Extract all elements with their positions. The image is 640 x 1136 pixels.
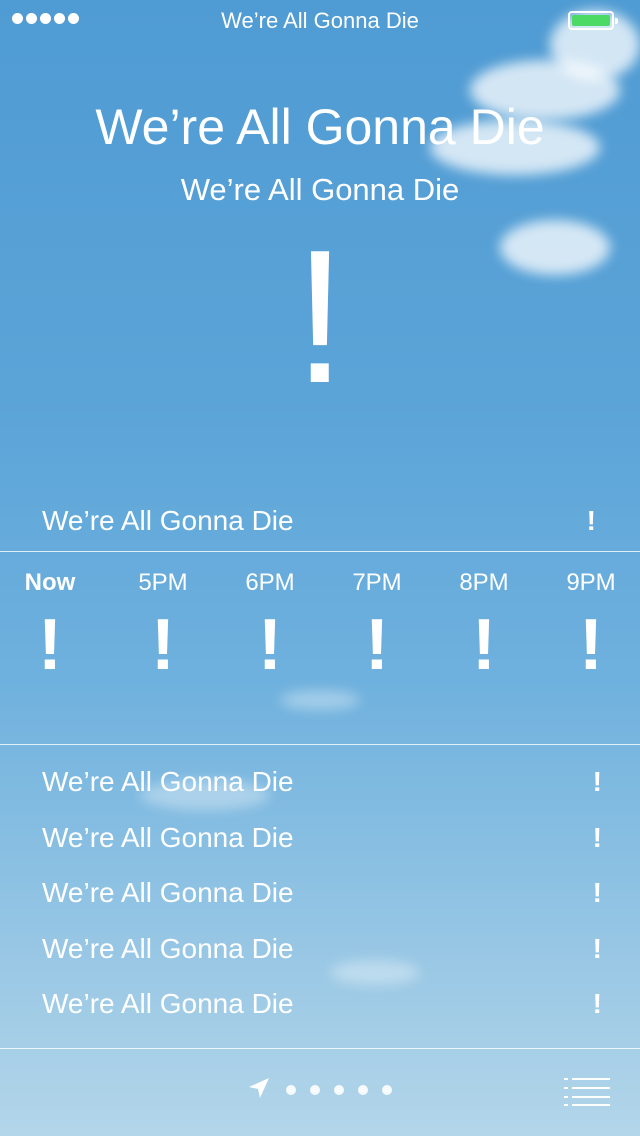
status-bar-title: We’re All Gonna Die (221, 8, 419, 33)
day-value: ! (592, 932, 602, 964)
hourly-item: 7PM ! (327, 560, 427, 681)
divider (0, 744, 640, 745)
hourly-item: 9PM ! (541, 560, 640, 681)
hour-time: 7PM (352, 569, 402, 596)
status-bar: We’re All Gonna Die (0, 0, 640, 40)
list-icon[interactable] (564, 1078, 610, 1106)
daily-row: We’re All Gonna Die ! (0, 873, 640, 929)
daily-row: We’re All Gonna Die ! (0, 762, 640, 818)
daily-row: We’re All Gonna Die ! (0, 984, 640, 1040)
hour-value: ! (38, 605, 62, 685)
day-label: We’re All Gonna Die (42, 821, 294, 853)
hourly-item: Now ! (0, 560, 100, 681)
page-dot[interactable] (358, 1085, 368, 1095)
page-dot[interactable] (286, 1085, 296, 1095)
day-label: We’re All Gonna Die (42, 877, 294, 908)
page-dot[interactable] (382, 1085, 392, 1095)
today-label: We’re All Gonna Die (42, 505, 294, 536)
today-summary-row: We’re All Gonna Die ! (0, 505, 640, 549)
bottom-toolbar (0, 1050, 640, 1136)
today-value: ! (586, 505, 596, 536)
day-label: We’re All Gonna Die (42, 932, 294, 964)
page-dot[interactable] (334, 1085, 344, 1095)
hourly-item: 6PM ! (220, 560, 320, 681)
hour-value: ! (258, 605, 282, 685)
daily-row: We’re All Gonna Die ! (0, 929, 640, 985)
weather-condition: We’re All Gonna Die (180, 172, 460, 207)
hour-time: 8PM (459, 569, 509, 596)
day-label: We’re All Gonna Die (42, 988, 294, 1019)
page-indicator[interactable] (286, 1085, 392, 1095)
hour-time: 5PM (138, 569, 188, 596)
hour-value: ! (365, 605, 389, 685)
hour-time: 6PM (245, 569, 295, 596)
day-value: ! (592, 988, 602, 1019)
hourly-item: 8PM ! (434, 560, 534, 681)
page-dot[interactable] (310, 1085, 320, 1095)
location-arrow-icon[interactable] (247, 1076, 271, 1100)
hour-time: Now (24, 569, 76, 596)
hour-time: 9PM (566, 569, 616, 596)
hour-value: ! (579, 605, 603, 685)
day-value: ! (592, 821, 602, 853)
location-title: We’re All Gonna Die (95, 99, 545, 155)
day-value: ! (592, 877, 602, 908)
daily-forecast: We’re All Gonna Die ! We’re All Gonna Di… (0, 762, 640, 1040)
current-temperature: ! (293, 211, 347, 423)
divider (0, 1048, 640, 1049)
hourly-forecast[interactable]: Now ! 5PM ! 6PM ! 7PM ! 8PM ! 9PM ! (0, 560, 640, 740)
day-label: We’re All Gonna Die (42, 766, 294, 797)
divider (0, 551, 640, 552)
hour-value: ! (472, 605, 496, 685)
daily-row: We’re All Gonna Die ! (0, 818, 640, 874)
battery-icon (568, 11, 618, 30)
hour-value: ! (151, 605, 175, 685)
day-value: ! (592, 766, 602, 797)
hourly-item: 5PM ! (113, 560, 213, 681)
